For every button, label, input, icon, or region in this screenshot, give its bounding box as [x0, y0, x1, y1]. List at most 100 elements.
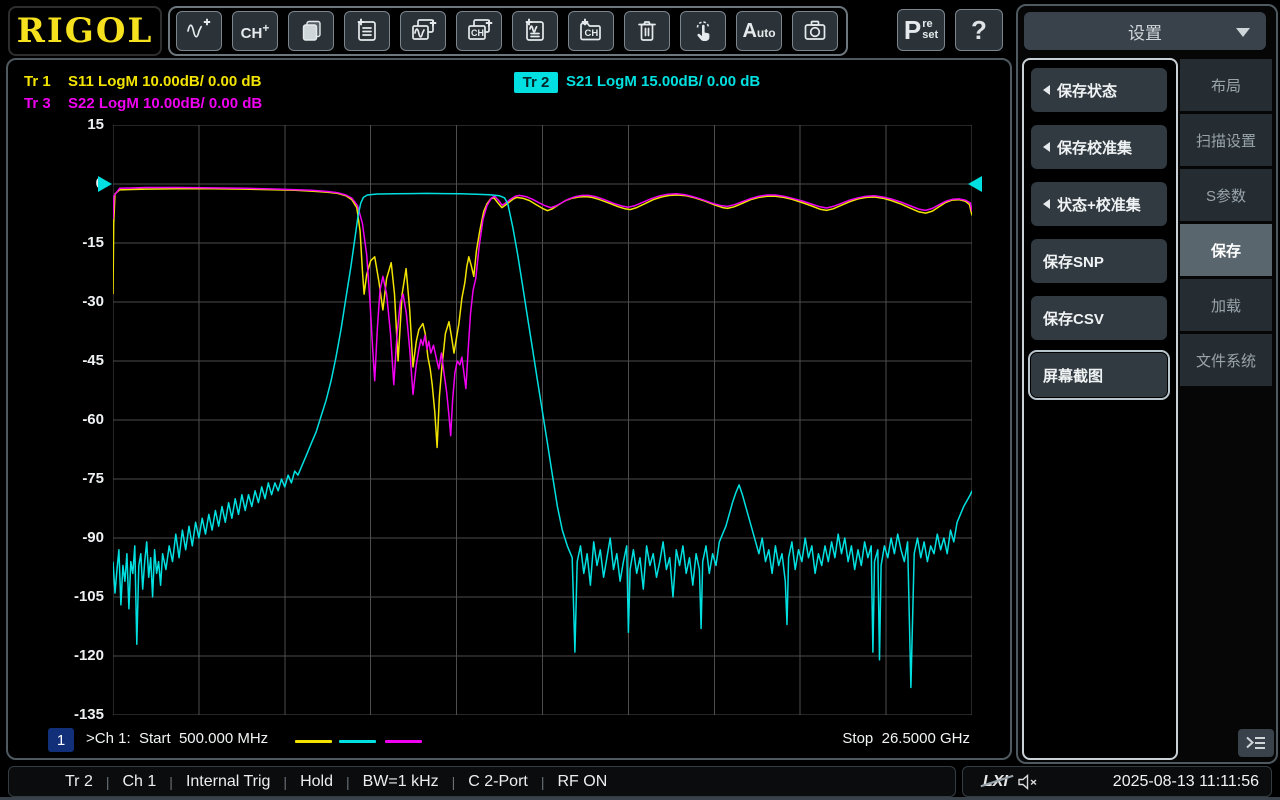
trace-id-tr3[interactable]: Tr 3	[24, 95, 51, 112]
window-ch-plus-icon: CH	[465, 17, 493, 45]
channel-start-text[interactable]: >Ch 1: Start 500.000 MHz	[86, 730, 268, 747]
y-axis-tick: -90	[16, 529, 104, 546]
triangle-left-icon	[1043, 85, 1050, 95]
preset-icon: P	[904, 17, 921, 43]
add-channel-button[interactable]: CH+	[232, 11, 278, 51]
delete-button[interactable]	[624, 11, 670, 51]
trash-icon	[635, 18, 659, 44]
y-axis-tick: -75	[16, 470, 104, 487]
add-channel-folder-button[interactable]: CH	[568, 11, 614, 51]
datetime-text: 2025-08-13 11:11:56	[1113, 773, 1259, 791]
status-item: Ch 1	[123, 773, 157, 791]
y-axis-tick: 0	[16, 175, 104, 192]
chevron-down-icon	[1236, 28, 1250, 37]
tab-2[interactable]: 扫描设置	[1180, 114, 1272, 166]
y-axis-tick: -120	[16, 647, 104, 664]
touch-button[interactable]	[680, 11, 726, 51]
triangle-left-icon	[1043, 142, 1050, 152]
copy-icon	[298, 18, 324, 44]
tab-3[interactable]: S参数	[1180, 169, 1272, 221]
menu-collapse-button[interactable]	[1238, 729, 1274, 757]
y-axis-tick: 15	[16, 116, 104, 133]
auto-scale-icon: Auto	[742, 20, 775, 43]
triangle-left-icon	[1043, 199, 1050, 209]
y-axis-tick: -15	[16, 234, 104, 251]
rigol-logo: RIGOL	[8, 6, 162, 56]
speaker-muted-icon	[1018, 774, 1040, 790]
status-separator: |	[270, 774, 300, 790]
channel-stop-text[interactable]: Stop 26.5000 GHz	[708, 730, 970, 747]
status-item: C 2-Port	[468, 773, 528, 791]
camera-icon	[802, 18, 828, 44]
add-measure-list-button[interactable]	[512, 11, 558, 51]
menu-item-4[interactable]: 保存SNP	[1031, 239, 1167, 283]
trace3-legend-line	[385, 740, 422, 743]
status-item: Internal Trig	[186, 773, 270, 791]
display-panel: Tr 1 S11 LogM 10.00dB/ 0.00 dB Tr 3 S22 Log…	[6, 58, 1012, 760]
trace1-legend-line	[295, 740, 332, 743]
menu-item-label: 屏幕截图	[1043, 365, 1103, 386]
touch-icon	[690, 18, 716, 44]
menu-item-label: 保存校准集	[1057, 137, 1132, 158]
submenu-list: 保存状态保存校准集状态+校准集保存SNP 保存CSV 屏幕截图	[1022, 58, 1178, 760]
menu-item-label: 保存SNP	[1043, 251, 1104, 272]
trace-settings-text[interactable]: S11 LogM 10.00dB/ 0.00 dB	[68, 73, 261, 90]
trace2-legend-line	[339, 740, 376, 743]
plot-area[interactable]	[113, 125, 972, 715]
status-separator: |	[156, 774, 186, 790]
menu-item-label: 状态+校准集	[1057, 194, 1141, 215]
menu-item-1[interactable]: 保存状态	[1031, 68, 1167, 112]
trace-settings-text[interactable]: S21 LogM 15.00dB/ 0.00 dB	[566, 73, 760, 90]
add-channel-window-button[interactable]: CH	[456, 11, 502, 51]
y-axis-tick: -30	[16, 293, 104, 310]
lxi-status-icon: LXI	[983, 773, 1008, 791]
add-table-button[interactable]	[344, 11, 390, 51]
status-bar-left: Tr 2|Ch 1|Internal Trig|Hold|BW=1 kHz|C …	[8, 766, 956, 797]
toolbar: CH+ CH CH Auto	[168, 6, 848, 56]
status-separator: |	[333, 774, 363, 790]
window-trace-plus-icon	[409, 17, 437, 45]
status-item: RF ON	[557, 773, 607, 791]
status-bar-right: LXI 2025-08-13 11:11:56	[962, 766, 1272, 797]
menu-header-title: 设置	[1128, 19, 1162, 44]
menu-panel: 设置 保存状态保存校准集状态+校准集保存SNP 保存CSV 屏幕截图 布局扫描设置S…	[1016, 4, 1278, 764]
screenshot-button[interactable]	[792, 11, 838, 51]
menu-item-3[interactable]: 状态+校准集	[1031, 182, 1167, 226]
trace-settings-text[interactable]: S22 LogM 10.00dB/ 0.00 dB	[68, 95, 262, 112]
tab-4[interactable]: 保存	[1180, 224, 1272, 276]
status-separator: |	[528, 774, 558, 790]
menu-collapse-icon	[1244, 734, 1268, 752]
y-axis-tick: -105	[16, 588, 104, 605]
add-trace-window-button[interactable]	[400, 11, 446, 51]
menu-item-6[interactable]: 屏幕截图	[1031, 353, 1167, 397]
preset-button[interactable]: Preset	[897, 9, 945, 51]
add-trace-button[interactable]	[176, 11, 222, 51]
help-button[interactable]: ?	[955, 9, 1003, 51]
folder-ch-plus-icon: CH	[577, 17, 605, 45]
menu-item-2[interactable]: 保存校准集	[1031, 125, 1167, 169]
vna-screen: RIGOL CH+ CH CH Auto Preset ? Tr 1 S11 LogM …	[0, 0, 1280, 800]
clipboard-trace-plus-icon	[522, 18, 548, 44]
menu-item-label: 保存状态	[1057, 80, 1117, 101]
menu-item-label: 保存CSV	[1043, 308, 1104, 329]
auto-scale-button[interactable]: Auto	[736, 11, 782, 51]
tab-5[interactable]: 加载	[1180, 279, 1272, 331]
channel-badge[interactable]: 1	[48, 728, 74, 752]
svg-text:CH: CH	[471, 28, 484, 38]
ch-plus-icon: CH+	[241, 21, 270, 42]
tab-6[interactable]: 文件系统	[1180, 334, 1272, 386]
svg-text:CH: CH	[585, 28, 599, 39]
menu-item-5[interactable]: 保存CSV	[1031, 296, 1167, 340]
y-axis-tick: -135	[16, 706, 104, 723]
trace-id-tr1[interactable]: Tr 1	[24, 73, 51, 90]
status-separator: |	[93, 774, 123, 790]
copy-window-button[interactable]	[288, 11, 334, 51]
table-plus-icon	[354, 18, 380, 44]
status-item: Hold	[300, 773, 333, 791]
y-axis-tick: -60	[16, 411, 104, 428]
ref-level-marker-right-icon	[968, 176, 982, 192]
menu-header-dropdown[interactable]: 设置	[1024, 12, 1266, 50]
trace-id-tr2[interactable]: Tr 2	[514, 72, 558, 93]
tab-1[interactable]: 布局	[1180, 59, 1272, 111]
ref-level-marker-left-icon	[98, 176, 112, 192]
